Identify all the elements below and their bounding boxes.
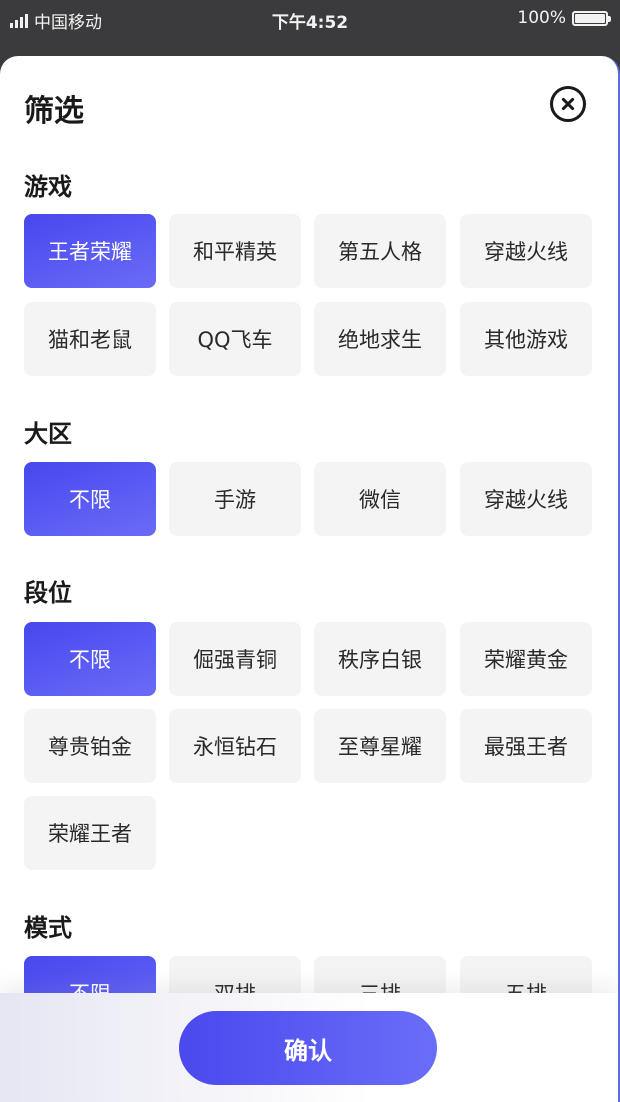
confirm-button[interactable]: 确认: [179, 1011, 437, 1085]
sheet-title: 筛选: [24, 94, 84, 129]
chip-rank[interactable]: 荣耀王者: [24, 796, 156, 870]
chip-game[interactable]: 和平精英: [169, 214, 301, 288]
section-title-rank: 段位: [24, 579, 72, 607]
chip-game[interactable]: 其他游戏: [460, 302, 592, 376]
chip-rank[interactable]: 不限: [24, 622, 156, 696]
chip-rank[interactable]: 至尊星耀: [314, 709, 446, 783]
section-title-mode: 模式: [24, 914, 72, 942]
close-icon[interactable]: [550, 86, 586, 122]
chip-game[interactable]: 绝地求生: [314, 302, 446, 376]
battery-icon: [572, 10, 611, 26]
chip-game[interactable]: 第五人格: [314, 214, 446, 288]
chip-region[interactable]: 不限: [24, 462, 156, 536]
chip-game[interactable]: 猫和老鼠: [24, 302, 156, 376]
battery-percent: 100%: [517, 8, 566, 28]
chip-region[interactable]: 微信: [314, 462, 446, 536]
chip-rank[interactable]: 尊贵铂金: [24, 709, 156, 783]
filter-sheet: 筛选 游戏 王者荣耀 和平精英 第五人格 穿越火线 猫和老鼠 QQ飞车 绝地求生…: [0, 56, 620, 1102]
battery-status: 100%: [517, 8, 611, 28]
section-title-region: 大区: [24, 420, 72, 448]
section-title-game: 游戏: [24, 173, 72, 201]
chip-game[interactable]: 王者荣耀: [24, 214, 156, 288]
chip-rank[interactable]: 秩序白银: [314, 622, 446, 696]
chip-region[interactable]: 穿越火线: [460, 462, 592, 536]
chip-rank[interactable]: 荣耀黄金: [460, 622, 592, 696]
chip-region[interactable]: 手游: [169, 462, 301, 536]
chip-rank[interactable]: 永恒钻石: [169, 709, 301, 783]
chip-game[interactable]: 穿越火线: [460, 214, 592, 288]
footer-bar: 确认: [0, 993, 618, 1102]
chip-game[interactable]: QQ飞车: [169, 302, 301, 376]
status-bar: 中国移动 下午4:52 100%: [0, 0, 620, 36]
chip-rank[interactable]: 倔强青铜: [169, 622, 301, 696]
chip-rank[interactable]: 最强王者: [460, 709, 592, 783]
